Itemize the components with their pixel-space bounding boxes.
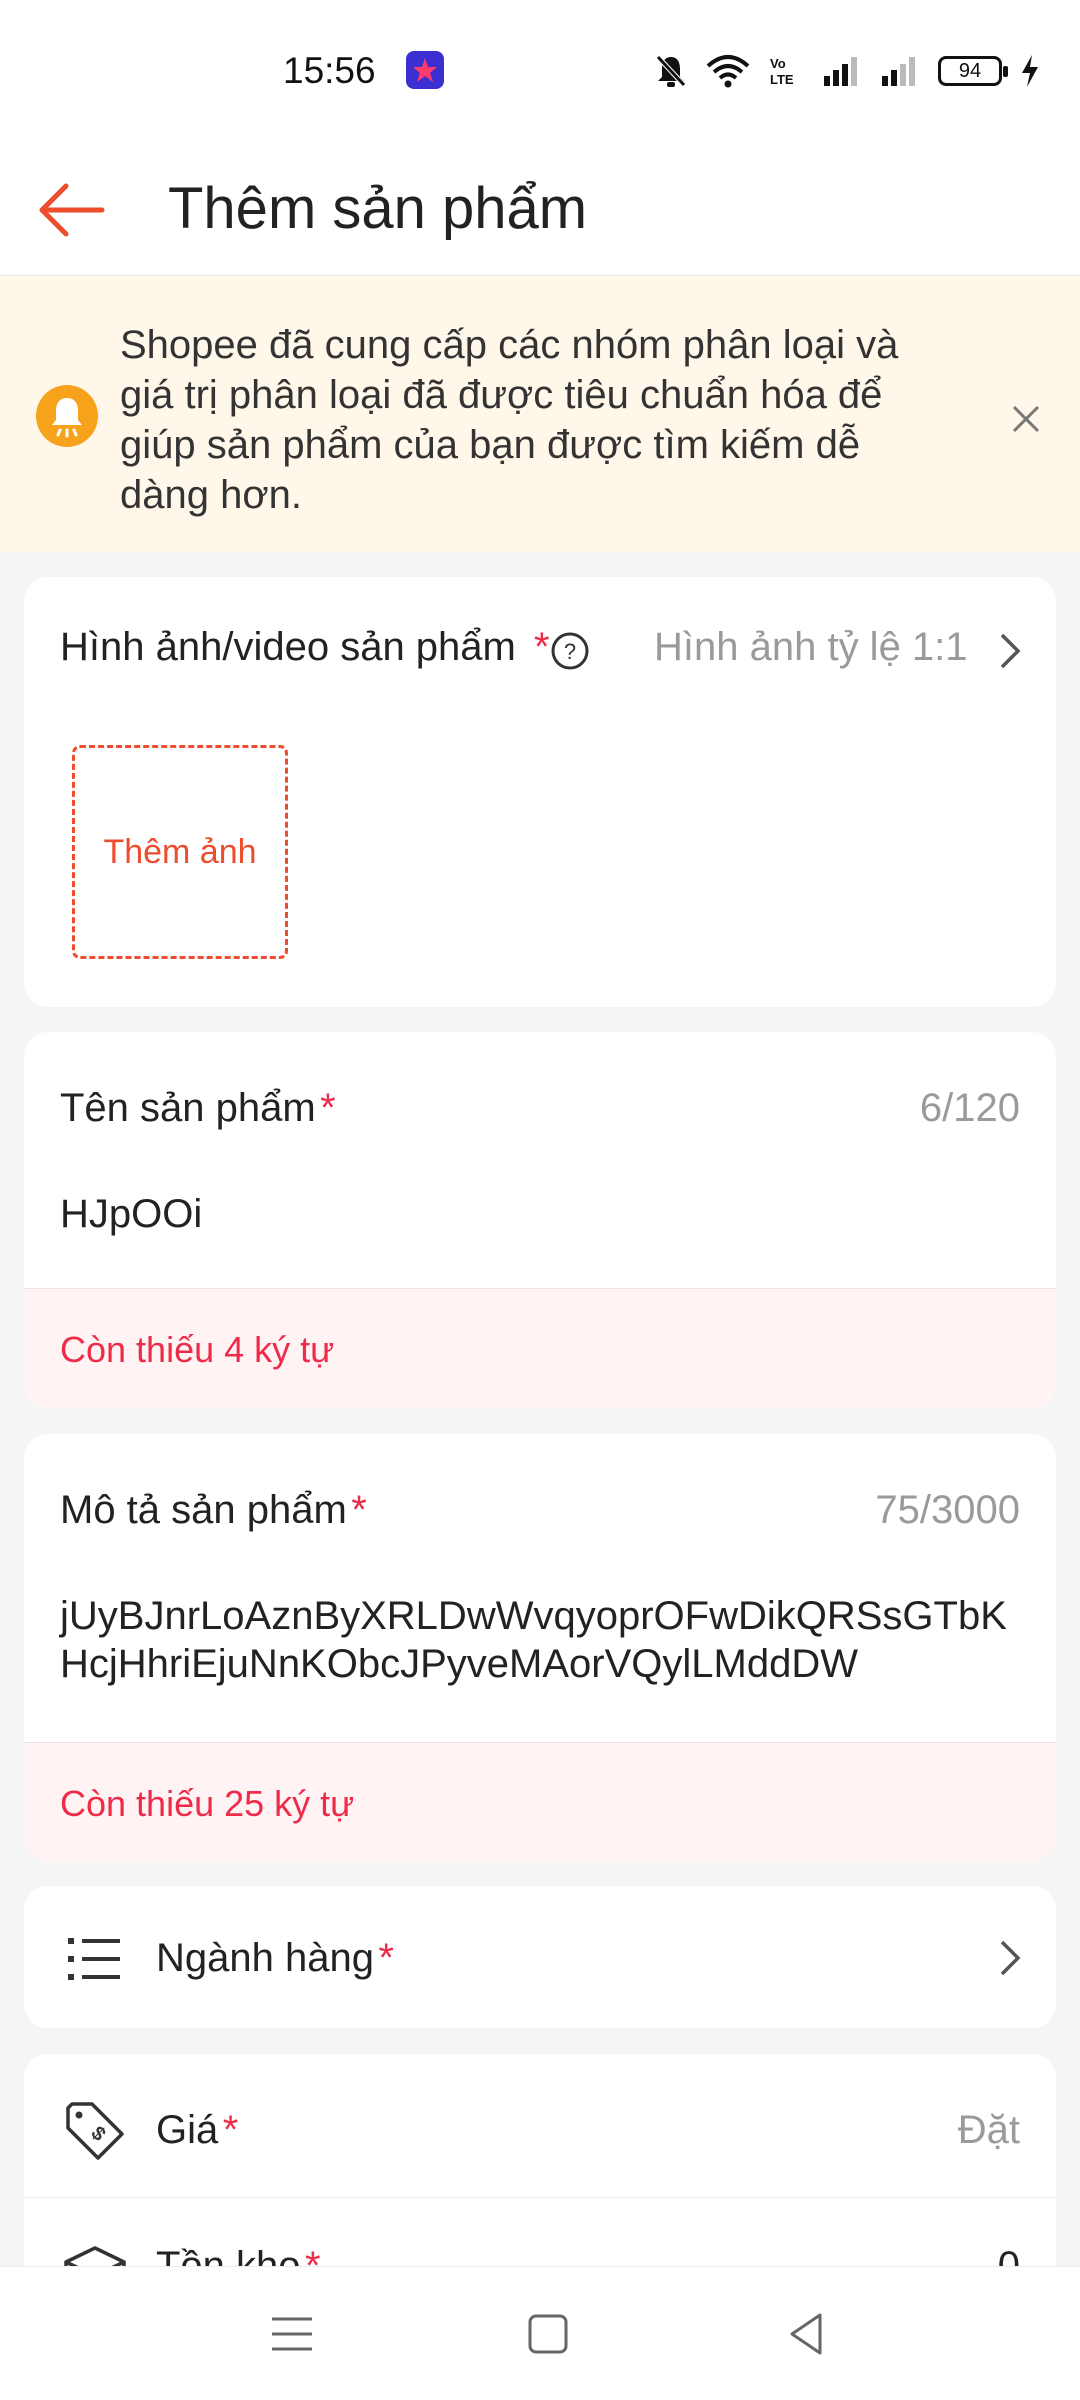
battery-icon: 94 (938, 56, 1008, 86)
product-name-card: Tên sản phẩm * 6/120 HJpOOi Còn thiếu 4 … (24, 1032, 1056, 1408)
product-images-card: Hình ảnh/video sản phẩm * ? Hình ảnh tỷ … (24, 577, 1056, 1007)
product-name-error-text: Còn thiếu 4 ký tự (60, 1329, 335, 1370)
volte-icon: Vo LTE (770, 56, 794, 87)
page-title: Thêm sản phẩm (168, 176, 588, 241)
price-label-text: Giá (156, 2108, 219, 2152)
home-icon[interactable] (518, 2307, 578, 2361)
category-label-text: Ngành hàng (156, 1936, 374, 1980)
price-label: Giá * (156, 2108, 238, 2153)
product-name-error: Còn thiếu 4 ký tự (24, 1288, 1056, 1408)
status-bar: 15:56 Vo LTE 94 (0, 0, 1080, 140)
product-name-input[interactable]: HJpOOi (60, 1190, 202, 1238)
product-description-card: Mô tả sản phẩm * 75/3000 jUyBJnrLoAznByX… (24, 1434, 1056, 1862)
add-photo-button[interactable]: Thêm ảnh (72, 745, 288, 959)
required-mark: * (534, 625, 550, 669)
charging-icon (1022, 55, 1038, 87)
product-name-label: Tên sản phẩm * (60, 1086, 336, 1131)
arrow-left-icon[interactable] (32, 170, 112, 250)
price-input[interactable]: Đặt (958, 2108, 1020, 2153)
product-name-counter: 6/120 (919, 1086, 1020, 1130)
description-error: Còn thiếu 25 ký tự (24, 1742, 1056, 1862)
wifi-icon (706, 55, 750, 88)
status-icons: Vo LTE 94 (654, 50, 1040, 92)
category-label: Ngành hàng * (156, 1936, 394, 1981)
required-mark: * (351, 1488, 367, 1532)
signal-icon (824, 57, 857, 86)
chevron-right-icon[interactable] (992, 631, 1028, 671)
notice-text: Shopee đã cung cấp các nhóm phân loại và… (120, 323, 899, 517)
required-mark: * (320, 1086, 336, 1130)
description-label-text: Mô tả sản phẩm (60, 1488, 347, 1532)
description-input[interactable]: jUyBJnrLoAznByXRLDwWvqyoprOFwDikQRSsGTbK… (60, 1592, 1020, 1688)
bell-icon (36, 385, 98, 447)
help-icon[interactable]: ? (550, 631, 590, 671)
images-label: Hình ảnh/video sản phẩm (60, 625, 516, 669)
signal-icon (882, 57, 915, 86)
mute-bell-icon (656, 55, 686, 87)
status-time: 15:56 (283, 50, 376, 91)
menu-icon[interactable] (262, 2307, 322, 2361)
description-counter: 75/3000 (875, 1488, 1020, 1532)
svg-text:?: ? (564, 639, 576, 664)
system-nav-bar (0, 2266, 1080, 2400)
close-icon[interactable] (1004, 397, 1048, 441)
app-badge-icon (406, 51, 444, 89)
category-row[interactable]: Ngành hàng * (24, 1886, 1056, 2028)
back-triangle-icon[interactable] (778, 2307, 838, 2361)
product-name-label-text: Tên sản phẩm (60, 1086, 316, 1130)
svg-text:LTE: LTE (770, 72, 794, 87)
divider (24, 2197, 1056, 2198)
required-mark: * (222, 2108, 239, 2152)
image-ratio-hint[interactable]: Hình ảnh tỷ lệ 1:1 (654, 625, 968, 670)
required-mark: * (378, 1936, 394, 1980)
description-label: Mô tả sản phẩm * (60, 1488, 367, 1533)
price-tag-icon: $ (66, 2102, 124, 2160)
list-icon (68, 1938, 120, 1980)
description-error-text: Còn thiếu 25 ký tự (60, 1783, 355, 1824)
svg-text:Vo: Vo (770, 56, 786, 71)
app-header: Thêm sản phẩm (0, 140, 1080, 276)
chevron-right-icon[interactable] (992, 1938, 1028, 1978)
svg-text:$: $ (86, 2122, 109, 2145)
